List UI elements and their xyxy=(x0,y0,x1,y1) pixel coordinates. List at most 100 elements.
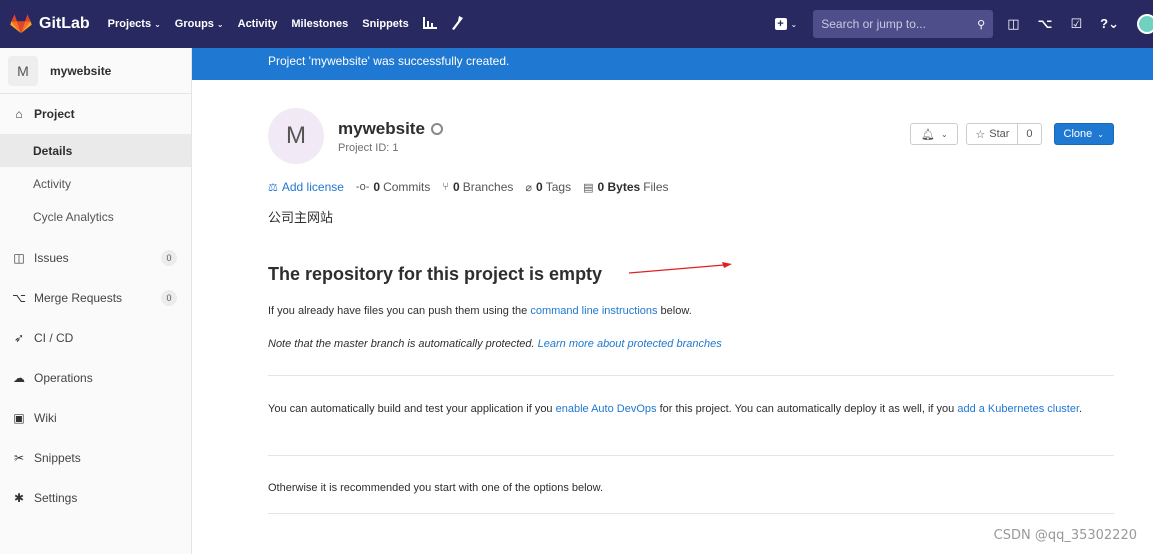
merge-request-icon: ⌥ xyxy=(12,291,26,305)
star-button[interactable]: ☆ Star xyxy=(966,123,1019,145)
devops-text-part: You can automatically build and test you… xyxy=(268,403,556,415)
push-text-part: If you already have files you can push t… xyxy=(268,305,531,317)
sidebar-subitem-cycle-analytics[interactable]: Cycle Analytics xyxy=(0,200,191,233)
devops-text-part: for this project. You can automatically … xyxy=(656,403,958,415)
flash-notice: Project 'mywebsite' was successfully cre… xyxy=(192,48,1153,80)
help-icon[interactable]: ?⌄ xyxy=(1100,16,1119,32)
project-sidebar: M mywebsite ⌂ Project Details Activity C… xyxy=(0,48,192,554)
project-title: mywebsite xyxy=(338,118,425,138)
book-icon: ▣ xyxy=(13,411,25,425)
command-line-instructions-link[interactable]: command line instructions xyxy=(530,305,657,317)
sidebar-project-name: mywebsite xyxy=(50,63,112,78)
protected-branches-link[interactable]: Learn more about protected branches xyxy=(538,338,722,350)
nav-snippets[interactable]: Snippets xyxy=(362,18,408,30)
merge-requests-count-badge: 0 xyxy=(161,290,177,306)
gitlab-logo-text: GitLab xyxy=(39,15,90,32)
commits-link[interactable]: -o- 0 Commits xyxy=(356,180,430,194)
issues-icon: ◫ xyxy=(13,251,25,265)
user-avatar[interactable] xyxy=(1137,14,1153,34)
red-arrow-annotation xyxy=(628,262,732,274)
divider xyxy=(268,375,1114,376)
scissors-icon: ✂ xyxy=(13,451,25,465)
chevron-down-icon: ⌄ xyxy=(216,19,224,29)
watermark-text: CSDN @qq_35302220 xyxy=(993,528,1137,543)
chevron-down-icon: ⌄ xyxy=(154,19,161,29)
sidebar-item-project[interactable]: ⌂ Project xyxy=(0,94,191,134)
sidebar-item-label: Operations xyxy=(34,371,93,385)
protected-branch-note: Note that the master branch is automatic… xyxy=(268,338,722,350)
tags-link[interactable]: ⌀ 0 Tags xyxy=(525,180,571,194)
sidebar-project-header[interactable]: M mywebsite xyxy=(0,48,191,94)
project-id: Project ID: 1 xyxy=(338,141,399,154)
sidebar-item-label: Snippets xyxy=(34,451,81,465)
nav-projects-label: Projects xyxy=(107,18,152,30)
star-icon: ☆ xyxy=(975,128,986,141)
nav-milestones[interactable]: Milestones xyxy=(291,18,348,30)
files-size: 0 Bytes xyxy=(597,180,641,194)
sidebar-item-issues[interactable]: ◫ Issues 0 xyxy=(0,238,191,278)
gear-icon: ✱ xyxy=(13,491,25,505)
gitlab-logo[interactable]: GitLab xyxy=(10,13,108,35)
clone-label: Clone xyxy=(1063,128,1093,140)
empty-repo-title: The repository for this project is empty xyxy=(268,264,603,284)
search-icon: ⚲ xyxy=(977,18,986,31)
enable-auto-devops-link[interactable]: enable Auto DevOps xyxy=(556,403,657,415)
sidebar-item-wiki[interactable]: ▣ Wiki xyxy=(0,398,191,438)
add-license-label: Add license xyxy=(281,180,344,194)
rocket-icon: ➶ xyxy=(13,331,25,345)
branches-count: 0 xyxy=(453,180,460,194)
wrench-icon[interactable] xyxy=(451,15,463,33)
clone-dropdown-button[interactable]: Clone ⌄ xyxy=(1053,123,1114,145)
nav-groups-label: Groups xyxy=(174,18,214,30)
cloud-gear-icon: ☁ xyxy=(13,371,25,385)
commits-label: Commits xyxy=(383,180,431,194)
todo-icon[interactable]: ☑ xyxy=(1071,16,1083,32)
push-instructions-text: If you already have files you can push t… xyxy=(268,305,692,317)
search-placeholder: Search or jump to... xyxy=(821,17,926,31)
sidebar-item-label: Project xyxy=(34,107,75,121)
project-avatar-large: M xyxy=(268,108,324,164)
files-label: Files xyxy=(643,180,669,194)
plus-square-icon: + xyxy=(774,18,787,30)
project-stats: ⚖ Add license -o- 0 Commits ⑂ 0 Branches… xyxy=(268,180,681,194)
sidebar-item-operations[interactable]: ☁ Operations xyxy=(0,358,191,398)
new-item-dropdown[interactable]: + ⌄ xyxy=(774,18,797,30)
home-icon: ⌂ xyxy=(15,107,23,121)
branches-label: Branches xyxy=(462,180,514,194)
nav-groups[interactable]: Groups ⌄ xyxy=(175,18,224,30)
merge-request-icon[interactable]: ⌥ xyxy=(1038,16,1053,32)
project-actions: 🔔︎ ⌄ ☆ Star 0 Clone ⌄ xyxy=(910,123,1114,145)
add-license-link[interactable]: ⚖ Add license xyxy=(268,180,344,194)
protected-note-text: Note that the master branch is automatic… xyxy=(268,338,538,350)
chart-icon[interactable] xyxy=(422,16,437,32)
sidebar-item-label: Settings xyxy=(34,491,78,505)
push-text-part: below. xyxy=(657,305,692,317)
add-kubernetes-cluster-link[interactable]: add a Kubernetes cluster xyxy=(957,403,1079,415)
gitlab-tanuki-icon xyxy=(10,14,32,34)
sidebar-subitem-activity[interactable]: Activity xyxy=(0,167,191,200)
project-header: M mywebsite Project ID: 1 xyxy=(268,108,443,164)
notification-dropdown[interactable]: 🔔︎ ⌄ xyxy=(910,123,959,145)
search-input[interactable]: Search or jump to... ⚲ xyxy=(813,10,994,38)
star-count[interactable]: 0 xyxy=(1018,123,1042,145)
nav-activity[interactable]: Activity xyxy=(238,18,278,30)
sidebar-item-snippets[interactable]: ✂ Snippets xyxy=(0,438,191,478)
tags-label: Tags xyxy=(545,180,572,194)
sidebar-item-label: Wiki xyxy=(34,411,57,425)
sidebar-item-settings[interactable]: ✱ Settings xyxy=(0,478,191,518)
sidebar-item-cicd[interactable]: ➶ CI / CD xyxy=(0,318,191,358)
visibility-globe-icon xyxy=(430,122,443,135)
bell-icon: 🔔︎ xyxy=(921,128,935,141)
sidebar-subitem-details[interactable]: Details xyxy=(0,134,191,167)
top-navbar: GitLab Projects ⌄ Groups ⌄ Activity Milest… xyxy=(0,0,1153,48)
branches-link[interactable]: ⑂ 0 Branches xyxy=(442,180,513,194)
divider xyxy=(268,455,1114,456)
chevron-down-icon: ⌄ xyxy=(1097,129,1104,139)
nav-projects[interactable]: Projects ⌄ xyxy=(108,18,161,30)
sidebar-item-merge-requests[interactable]: ⌥ Merge Requests 0 xyxy=(0,278,191,318)
project-avatar: M xyxy=(8,55,38,86)
files-link[interactable]: ▤ 0 Bytes Files xyxy=(583,180,668,194)
issues-count-badge: 0 xyxy=(161,250,177,266)
issues-icon[interactable]: ◫ xyxy=(1007,16,1019,32)
start-options-text: Otherwise it is recommended you start wi… xyxy=(268,482,604,494)
